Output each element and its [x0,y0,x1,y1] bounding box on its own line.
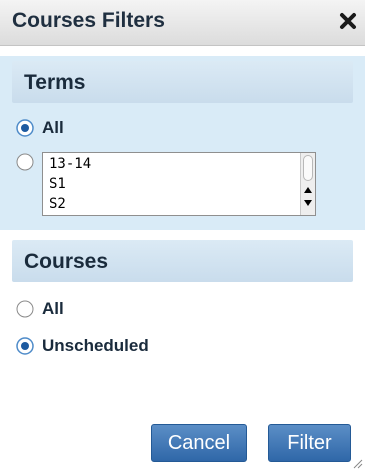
courses-heading: Courses [24,250,109,273]
scroll-thumb[interactable] [303,155,313,181]
terms-header: Terms [12,61,353,103]
courses-unscheduled-label: Unscheduled [42,336,149,355]
resize-grip-icon[interactable] [349,455,363,469]
courses-filters-dialog: Courses Filters Terms All 13-14 S1 S2 Co… [0,0,365,471]
terms-listbox[interactable]: 13-14 S1 S2 [42,152,316,216]
dialog-title: Courses Filters [12,9,165,32]
terms-list-radio[interactable] [16,153,34,171]
listbox-scrollbar[interactable] [300,153,315,215]
scroll-down-icon[interactable] [304,200,312,206]
courses-unscheduled-radio[interactable] [16,337,34,355]
terms-all-radio[interactable] [16,119,34,137]
terms-all-label: All [42,118,64,137]
terms-heading: Terms [24,71,86,94]
cancel-button[interactable]: Cancel [151,424,247,462]
list-item[interactable]: S1 [49,176,66,192]
courses-header: Courses [12,240,353,282]
courses-all-radio[interactable] [16,300,34,318]
list-item[interactable]: 13-14 [49,156,91,172]
close-icon[interactable] [338,11,358,31]
filter-button[interactable]: Filter [268,424,351,462]
dialog-titlebar: Courses Filters [0,0,365,46]
list-item[interactable]: S2 [49,196,66,212]
scroll-up-icon[interactable] [304,187,312,193]
courses-all-label: All [42,299,64,318]
